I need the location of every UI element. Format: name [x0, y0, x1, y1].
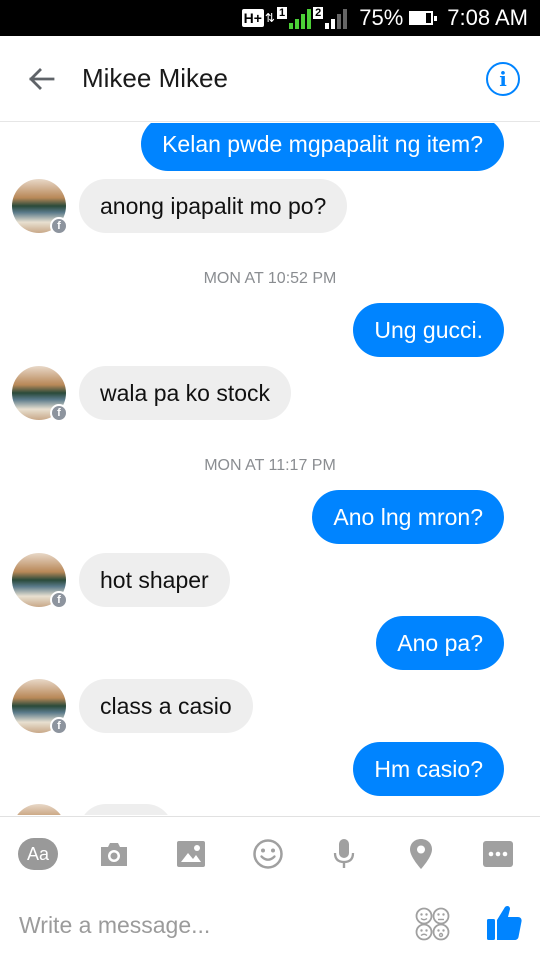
message-outgoing[interactable]: Hm casio?	[353, 742, 504, 796]
microphone-icon	[333, 839, 355, 868]
image-icon	[177, 841, 205, 867]
like-button[interactable]	[486, 904, 522, 942]
message-list[interactable]: Kelan pwde mgpapalit ng item? f anong ip…	[0, 123, 540, 815]
facebook-badge-icon: f	[50, 591, 68, 609]
message-outgoing[interactable]: Ano lng mron?	[312, 490, 504, 544]
message-bubble[interactable]: anong ipapalit mo po?	[79, 179, 348, 233]
battery-percent: 75%	[359, 5, 404, 30]
timestamp: MON AT 10:52 PM	[203, 270, 337, 287]
location-button[interactable]	[401, 835, 441, 873]
camera-icon	[101, 843, 127, 866]
message-outgoing[interactable]: Ung gucci.	[353, 303, 504, 357]
facebook-badge-icon: f	[50, 217, 68, 235]
conversation-header: Mikee Mikee i	[0, 36, 540, 122]
facebook-badge-icon: f	[50, 717, 68, 735]
contact-avatar[interactable]: f	[12, 679, 68, 735]
stickers-icon	[415, 907, 450, 941]
text-format-icon: Aa	[18, 838, 58, 870]
contact-avatar[interactable]: f	[12, 366, 68, 422]
message-bubble[interactable]	[79, 804, 173, 815]
message-bubble[interactable]: Ano lng mron?	[312, 490, 504, 544]
battery-icon	[409, 11, 438, 25]
network-indicator: H+ ⇅	[241, 9, 275, 27]
facebook-badge-icon: f	[50, 404, 68, 422]
contact-avatar[interactable]	[12, 804, 66, 815]
contact-avatar[interactable]: f	[12, 553, 68, 609]
back-button[interactable]	[0, 36, 82, 122]
message-bubble[interactable]: Ano pa?	[376, 616, 504, 670]
camera-button[interactable]	[94, 835, 134, 873]
message-incoming[interactable]: f hot shaper	[12, 553, 230, 609]
timestamp: MON AT 11:17 PM	[204, 457, 336, 474]
info-icon[interactable]: i	[486, 61, 520, 96]
message-bubble[interactable]: Hm casio?	[353, 742, 504, 796]
message-incoming[interactable]: f anong ipapalit mo po?	[12, 179, 348, 235]
sim2-badge: 2	[313, 7, 324, 19]
messenger-screen: H+ ⇅ 1 2 75% 7:08 AM Mikee Mikee i Kelan…	[0, 0, 540, 960]
location-icon	[410, 839, 432, 869]
message-incoming[interactable]: f wala pa ko stock	[12, 366, 292, 422]
contact-name[interactable]: Mikee Mikee	[82, 63, 486, 94]
message-outgoing[interactable]: Kelan pwde mgpapalit ng item?	[141, 123, 504, 171]
message-outgoing[interactable]: Ano pa?	[376, 616, 504, 670]
message-bubble[interactable]: wala pa ko stock	[79, 366, 292, 420]
message-input[interactable]	[19, 908, 399, 942]
message-bubble[interactable]: Kelan pwde mgpapalit ng item?	[141, 123, 504, 171]
composer	[0, 888, 540, 960]
sim1-badge: 1	[276, 7, 288, 19]
stickers-button[interactable]	[414, 906, 452, 942]
data-arrows-icon: ⇅	[264, 11, 275, 25]
network-type: H+	[241, 9, 264, 27]
message-incoming[interactable]: f class a casio	[12, 679, 253, 735]
emoji-icon	[253, 839, 283, 869]
arrow-left-icon	[29, 67, 55, 90]
clock: 7:08 AM	[447, 5, 528, 30]
sim2-signal-icon: 2	[313, 7, 348, 29]
message-bubble[interactable]: class a casio	[79, 679, 253, 733]
more-icon	[483, 841, 513, 867]
message-bubble[interactable]: Ung gucci.	[353, 303, 504, 357]
gallery-button[interactable]	[171, 835, 211, 873]
sim1-signal-icon: 1	[276, 7, 312, 29]
composer-toolbar: Aa	[0, 816, 540, 888]
more-button[interactable]	[478, 835, 518, 873]
voice-button[interactable]	[324, 835, 364, 873]
contact-avatar[interactable]: f	[12, 179, 68, 235]
thumbs-up-icon	[487, 905, 522, 940]
status-bar: H+ ⇅ 1 2 75% 7:08 AM	[0, 0, 540, 36]
message-bubble[interactable]: hot shaper	[79, 553, 230, 607]
message-incoming-partial[interactable]	[12, 804, 173, 815]
text-format-button[interactable]: Aa	[18, 835, 58, 873]
emoji-button[interactable]	[248, 835, 288, 873]
